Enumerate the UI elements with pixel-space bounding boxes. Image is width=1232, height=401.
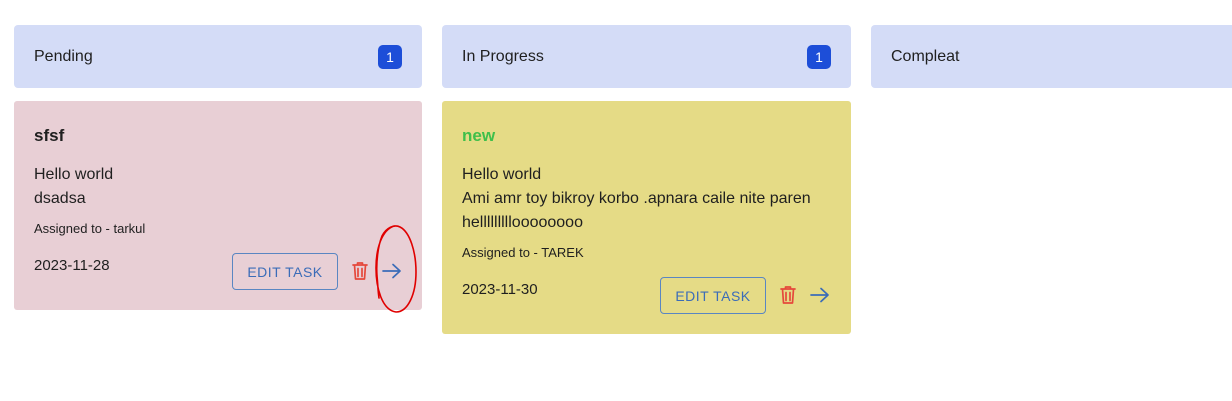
task-date: 2023-11-28 [34,257,110,274]
task-title: new [462,126,496,145]
description-line: Hello world [462,166,542,183]
task-description: Hello world dsadsa [34,163,402,211]
task-date: 2023-11-30 [462,281,538,298]
edit-task-button[interactable]: EDIT TASK [232,253,338,290]
arrow-right-icon[interactable] [808,283,832,307]
column-header-in-progress: In Progress 1 [442,25,851,88]
task-board: Pending 1 In Progress 1 Compleat sfsf He… [0,0,1232,401]
count-badge: 1 [807,44,831,69]
column-header-pending: Pending 1 [14,25,422,88]
count-badge: 1 [378,44,402,69]
task-card: new Hello world Ami amr toy bikroy korbo… [442,101,851,334]
column-title: Pending [34,47,93,65]
description-line: Ami amr toy bikroy korbo .apnara caile n… [462,190,811,207]
task-title: sfsf [34,126,65,145]
task-card: sfsf Hello world dsadsa Assigned to - ta… [14,101,422,310]
column-compleat: Compleat [871,25,1232,88]
column-in-progress: In Progress 1 [442,25,851,88]
description-line: Hello world [34,166,114,183]
edit-task-button[interactable]: EDIT TASK [660,277,766,314]
task-assignee: Assigned to - tarkul [34,221,146,236]
arrow-right-icon[interactable] [380,259,404,283]
trash-icon[interactable] [776,283,800,307]
column-title: In Progress [462,47,544,65]
task-description: Hello world Ami amr toy bikroy korbo .ap… [462,163,831,235]
column-header-compleat: Compleat [871,25,1232,88]
column-title: Compleat [891,47,960,65]
task-assignee: Assigned to - TAREK [462,245,584,260]
trash-icon[interactable] [348,259,372,283]
description-line: hellllllllloooooooo [462,214,583,231]
column-pending: Pending 1 [14,25,422,88]
description-line: dsadsa [34,190,86,207]
